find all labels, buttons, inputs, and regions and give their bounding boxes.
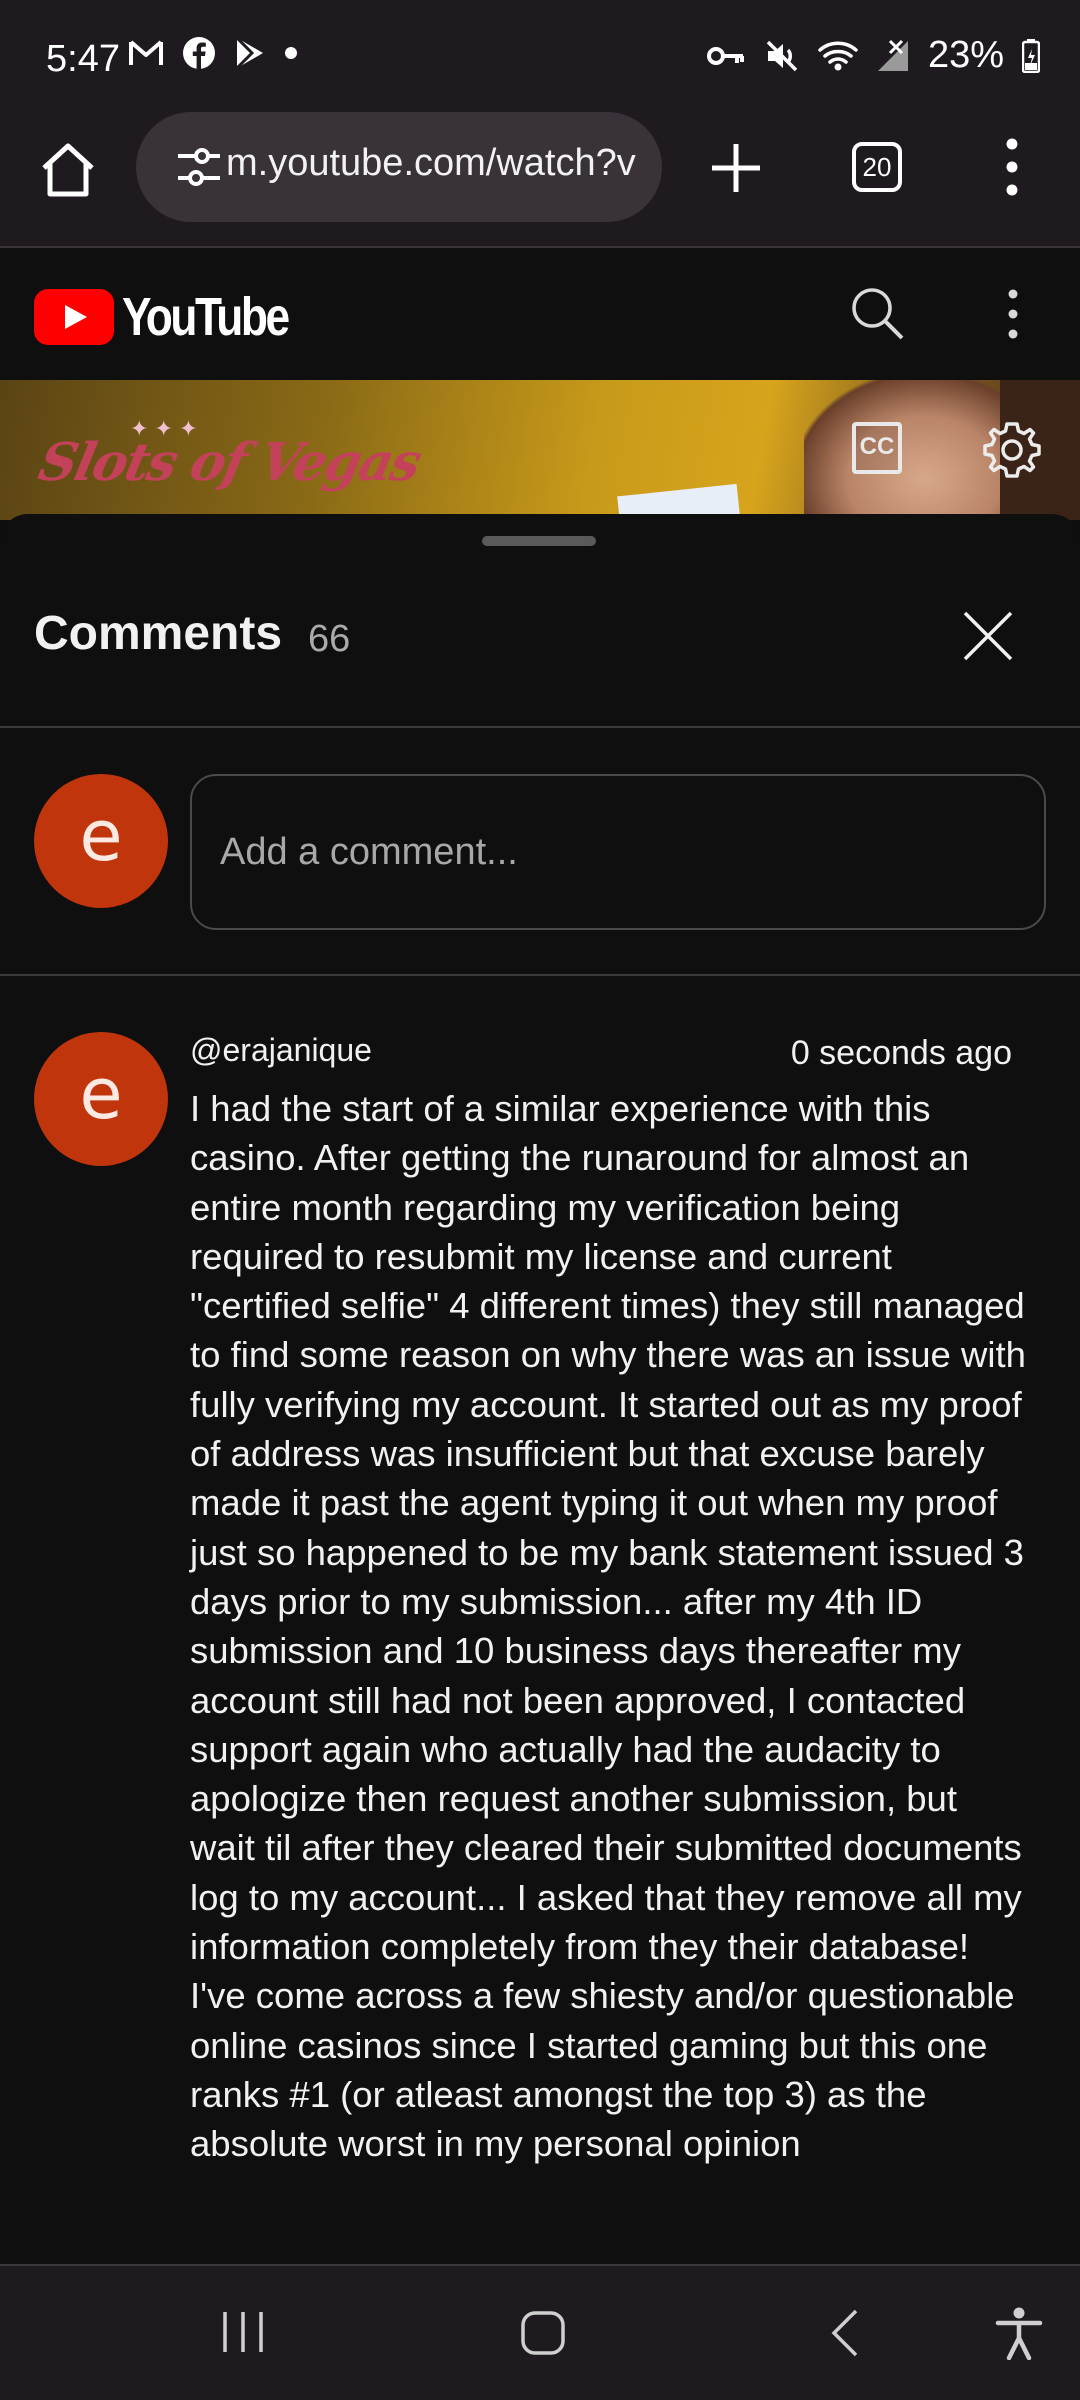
- gear-icon[interactable]: [980, 418, 1044, 482]
- facebook-icon: [183, 37, 215, 69]
- back-icon[interactable]: [826, 2308, 866, 2358]
- sheet-drag-handle[interactable]: [482, 536, 596, 546]
- system-status-icons: 23%: [706, 34, 1040, 77]
- recent-apps-icon[interactable]: [220, 2310, 266, 2354]
- comment-author-avatar[interactable]: e: [34, 1032, 168, 1166]
- comment-author[interactable]: @erajanique: [190, 1032, 372, 1069]
- notification-icons: [128, 36, 298, 70]
- browser-toolbar: m.youtube.com/watch?v 20: [0, 112, 1080, 248]
- signal-icon: [877, 39, 908, 71]
- divider: [0, 726, 1080, 728]
- video-person-image: [804, 380, 1004, 520]
- address-bar[interactable]: m.youtube.com/watch?v: [136, 112, 662, 222]
- wifi-icon: [818, 41, 858, 70]
- play-store-icon: [235, 36, 263, 70]
- battery-percent: 23%: [927, 34, 1004, 76]
- battery-icon: [1022, 38, 1040, 73]
- add-comment-input[interactable]: [190, 774, 1046, 930]
- status-bar: 5:47 23%: [0, 0, 1080, 112]
- tab-switcher-button[interactable]: 20: [852, 142, 902, 192]
- comment-timestamp: 0 seconds ago: [790, 1034, 1012, 1072]
- status-time: 5:47: [46, 38, 120, 80]
- comments-sheet: Comments 66 e e @erajanique 0 seconds ag…: [0, 514, 1080, 2266]
- divider: [0, 974, 1080, 976]
- video-brand-logo: Slots of Vegas: [33, 432, 426, 493]
- url-text[interactable]: m.youtube.com/watch?v: [226, 142, 646, 192]
- home-nav-icon[interactable]: [520, 2310, 566, 2356]
- gmail-icon: [129, 40, 163, 65]
- accessibility-icon[interactable]: [994, 2306, 1044, 2360]
- home-icon[interactable]: [36, 138, 100, 202]
- user-avatar: e: [34, 774, 168, 908]
- system-navigation-bar: [0, 2266, 1080, 2400]
- more-options-icon[interactable]: [996, 282, 1030, 346]
- comment-text: I had the start of a similar experience …: [190, 1088, 1026, 2165]
- youtube-logo-text: YouTube: [122, 287, 290, 347]
- close-icon[interactable]: [960, 608, 1016, 664]
- video-player[interactable]: ✦ ✦ ✦ Slots of Vegas CC: [0, 380, 1080, 520]
- youtube-header: YouTube: [0, 248, 1080, 380]
- site-settings-icon[interactable]: [176, 146, 222, 188]
- youtube-logo[interactable]: YouTube: [34, 286, 324, 348]
- captions-button[interactable]: CC: [852, 422, 902, 474]
- youtube-play-logo-icon: [34, 289, 114, 345]
- comments-count: 66: [308, 618, 351, 660]
- vpn-key-icon: [706, 46, 744, 65]
- search-icon[interactable]: [848, 284, 908, 344]
- comments-title: Comments: [34, 607, 283, 660]
- new-tab-plus-icon[interactable]: [708, 140, 764, 196]
- dot-icon: [285, 47, 297, 59]
- browser-menu-icon[interactable]: [994, 134, 1030, 200]
- mute-icon: [766, 40, 798, 71]
